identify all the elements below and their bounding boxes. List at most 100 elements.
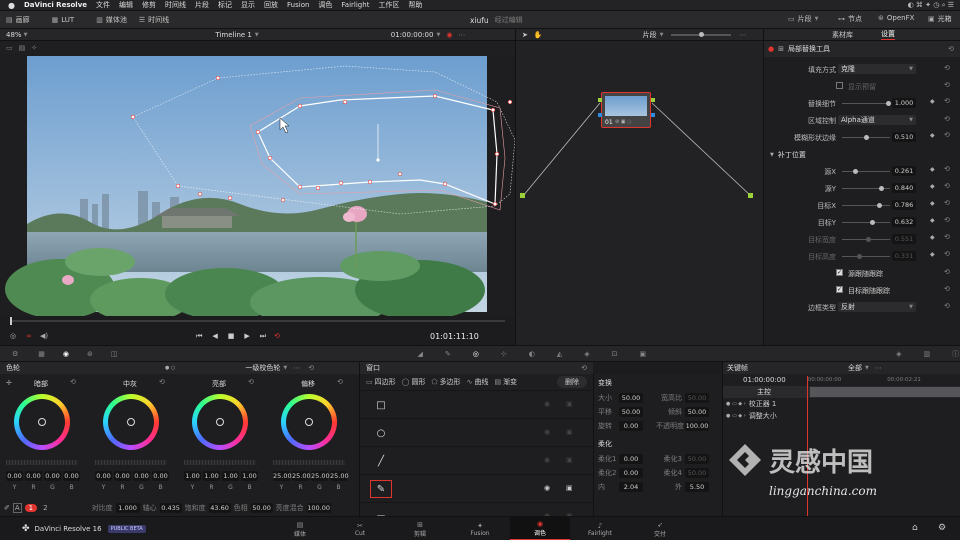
- highlight-icon[interactable]: ✧: [31, 44, 37, 52]
- wheel-puck[interactable]: [38, 418, 46, 426]
- window-enable-icon[interactable]: ◉: [544, 456, 550, 464]
- wheel-puck[interactable]: [216, 418, 224, 426]
- app-name-menu[interactable]: DaVinci Resolve: [24, 1, 87, 9]
- reset-icon[interactable]: ⟲: [944, 285, 950, 293]
- menu-item[interactable]: Fairlight: [341, 1, 369, 9]
- window-invert-icon[interactable]: ▣: [566, 400, 573, 408]
- camera-raw-icon[interactable]: ⚙: [12, 350, 18, 358]
- color-wheel[interactable]: [192, 394, 248, 450]
- node-zoom-slider[interactable]: [671, 31, 732, 37]
- reset-icon[interactable]: ⟲: [581, 364, 587, 372]
- delete-button[interactable]: 删除: [557, 376, 587, 388]
- window-list-item[interactable]: □ ◉ ▣: [360, 390, 593, 418]
- wheel-value[interactable]: 0.00: [63, 471, 80, 481]
- rotate-opacity-row-value-b[interactable]: 100.00: [685, 421, 709, 431]
- magic-mask-icon[interactable]: ◐: [529, 350, 535, 358]
- more-icon[interactable]: ⋯: [293, 364, 300, 372]
- keyframe-icon[interactable]: ◆: [930, 200, 935, 207]
- playhead[interactable]: [10, 317, 12, 325]
- target-y-slider[interactable]: [842, 220, 890, 225]
- menu-item[interactable]: Fusion: [287, 1, 309, 9]
- window-tool-button[interactable]: ⬠ 多边形: [431, 377, 460, 387]
- window-tool-button[interactable]: ∿ 曲线: [467, 377, 489, 387]
- target-y-value[interactable]: 0.632: [892, 217, 916, 227]
- rotate-opacity-row-value-a[interactable]: 0.00: [619, 421, 643, 431]
- eyedropper-icon[interactable]: ✐: [4, 504, 10, 512]
- window-invert-icon[interactable]: ▣: [566, 428, 573, 436]
- more-icon[interactable]: ⋯: [739, 31, 746, 39]
- openfx-button[interactable]: OpenFX: [887, 14, 915, 22]
- region-control-dropdown[interactable]: Alpha通道 ▼: [838, 115, 916, 125]
- play-reverse-icon[interactable]: ◀: [212, 332, 217, 340]
- zoom-level[interactable]: 48%: [6, 31, 22, 39]
- target-height-slider[interactable]: [842, 254, 890, 259]
- page-2-button[interactable]: 2: [40, 504, 50, 512]
- soft-24-row-value-b[interactable]: 50.00: [685, 468, 709, 478]
- chevron-down-icon[interactable]: ▼: [660, 32, 664, 38]
- gallery-button[interactable]: 画廊: [16, 15, 30, 25]
- keyframe-row-resize[interactable]: ● ▭ ◆ › 调整大小: [723, 410, 960, 422]
- tab-settings[interactable]: 设置: [881, 29, 895, 40]
- window-icon[interactable]: ◎: [473, 350, 479, 358]
- page-tab[interactable]: ▤ 媒体: [270, 517, 330, 540]
- keyframe-icon[interactable]: ◆: [930, 132, 935, 139]
- reset-icon[interactable]: ⟲: [944, 216, 950, 224]
- target-height-value[interactable]: 0.331: [892, 251, 916, 261]
- node-01[interactable]: 01 ⊘ ▣ ◌: [601, 92, 651, 128]
- clips-button[interactable]: 片段: [798, 14, 812, 24]
- saturation-value[interactable]: 43.60: [208, 503, 231, 513]
- chevron-down-icon[interactable]: ▼: [255, 32, 259, 38]
- window-tool-button[interactable]: ▤ 渐变: [494, 377, 517, 387]
- keyframe-icon[interactable]: ◆: [930, 98, 935, 105]
- color-match-icon[interactable]: ▦: [38, 350, 45, 358]
- wheel-value[interactable]: 1.00: [222, 471, 239, 481]
- scrubber-track[interactable]: [10, 320, 505, 322]
- soft-24-row-value-a[interactable]: 0.00: [619, 468, 643, 478]
- window-enable-icon[interactable]: ◉: [544, 484, 550, 492]
- go-to-start-icon[interactable]: ⏮: [196, 332, 202, 341]
- reset-icon[interactable]: ⟲: [944, 165, 950, 173]
- source-y-slider[interactable]: [842, 186, 890, 191]
- wheel-value[interactable]: 0.00: [6, 471, 23, 481]
- chevron-down-icon[interactable]: ▼: [283, 365, 287, 371]
- more-icon[interactable]: ⋯: [458, 31, 465, 39]
- wheel-value[interactable]: 0.00: [25, 471, 42, 481]
- wheel-value[interactable]: 1.00: [184, 471, 201, 481]
- chevron-down-icon[interactable]: ▼: [865, 365, 869, 371]
- color-wheel[interactable]: [103, 394, 159, 450]
- source-x-value[interactable]: 0.261: [892, 166, 916, 176]
- window-list-item[interactable]: ╱ ◉ ▣: [360, 446, 593, 474]
- go-to-end-icon[interactable]: ⏭: [260, 332, 266, 341]
- page-dots[interactable]: ● ○: [165, 365, 175, 371]
- window-list-item[interactable]: ○ ◉ ▣: [360, 418, 593, 446]
- master-wheel-slider[interactable]: [184, 460, 256, 465]
- menu-item[interactable]: 标记: [218, 0, 232, 10]
- wheel-value[interactable]: 0.00: [44, 471, 61, 481]
- blur-edge-slider[interactable]: [842, 135, 890, 140]
- soft-13-row-value-a[interactable]: 0.00: [619, 454, 643, 464]
- curves-icon[interactable]: ◢: [418, 350, 423, 358]
- keyframes-filter[interactable]: 全部: [848, 363, 862, 373]
- window-shape-icon[interactable]: ○: [370, 424, 392, 442]
- media-pool-button[interactable]: 媒体池: [106, 15, 127, 25]
- master-wheel-slider[interactable]: [273, 460, 345, 465]
- pointer-icon[interactable]: ➤: [522, 31, 528, 39]
- target-x-slider[interactable]: [842, 203, 890, 208]
- home-icon[interactable]: ⌂: [912, 523, 918, 533]
- gallery-view-icon[interactable]: ◈: [896, 350, 901, 358]
- target-x-value[interactable]: 0.786: [892, 200, 916, 210]
- replace-detail-value[interactable]: 1.000: [892, 98, 916, 108]
- reset-icon[interactable]: ⟲: [944, 131, 950, 139]
- window-invert-icon[interactable]: ▣: [566, 456, 573, 464]
- loop-icon[interactable]: ∞: [26, 332, 32, 340]
- sizing-icon[interactable]: ⊡: [612, 350, 618, 358]
- viewer-canvas[interactable]: [0, 54, 515, 316]
- hand-icon[interactable]: ✋: [534, 31, 543, 39]
- window-shape-icon[interactable]: □: [370, 396, 392, 414]
- wheel-value[interactable]: 25.00: [311, 471, 330, 481]
- fill-mode-dropdown[interactable]: 克隆 ▼: [838, 64, 916, 74]
- reset-icon[interactable]: ⟲: [944, 182, 950, 190]
- reset-icon[interactable]: ⟲: [944, 115, 950, 123]
- eyedropper-icon[interactable]: ✛: [6, 379, 12, 387]
- play-icon[interactable]: ▶: [244, 332, 249, 340]
